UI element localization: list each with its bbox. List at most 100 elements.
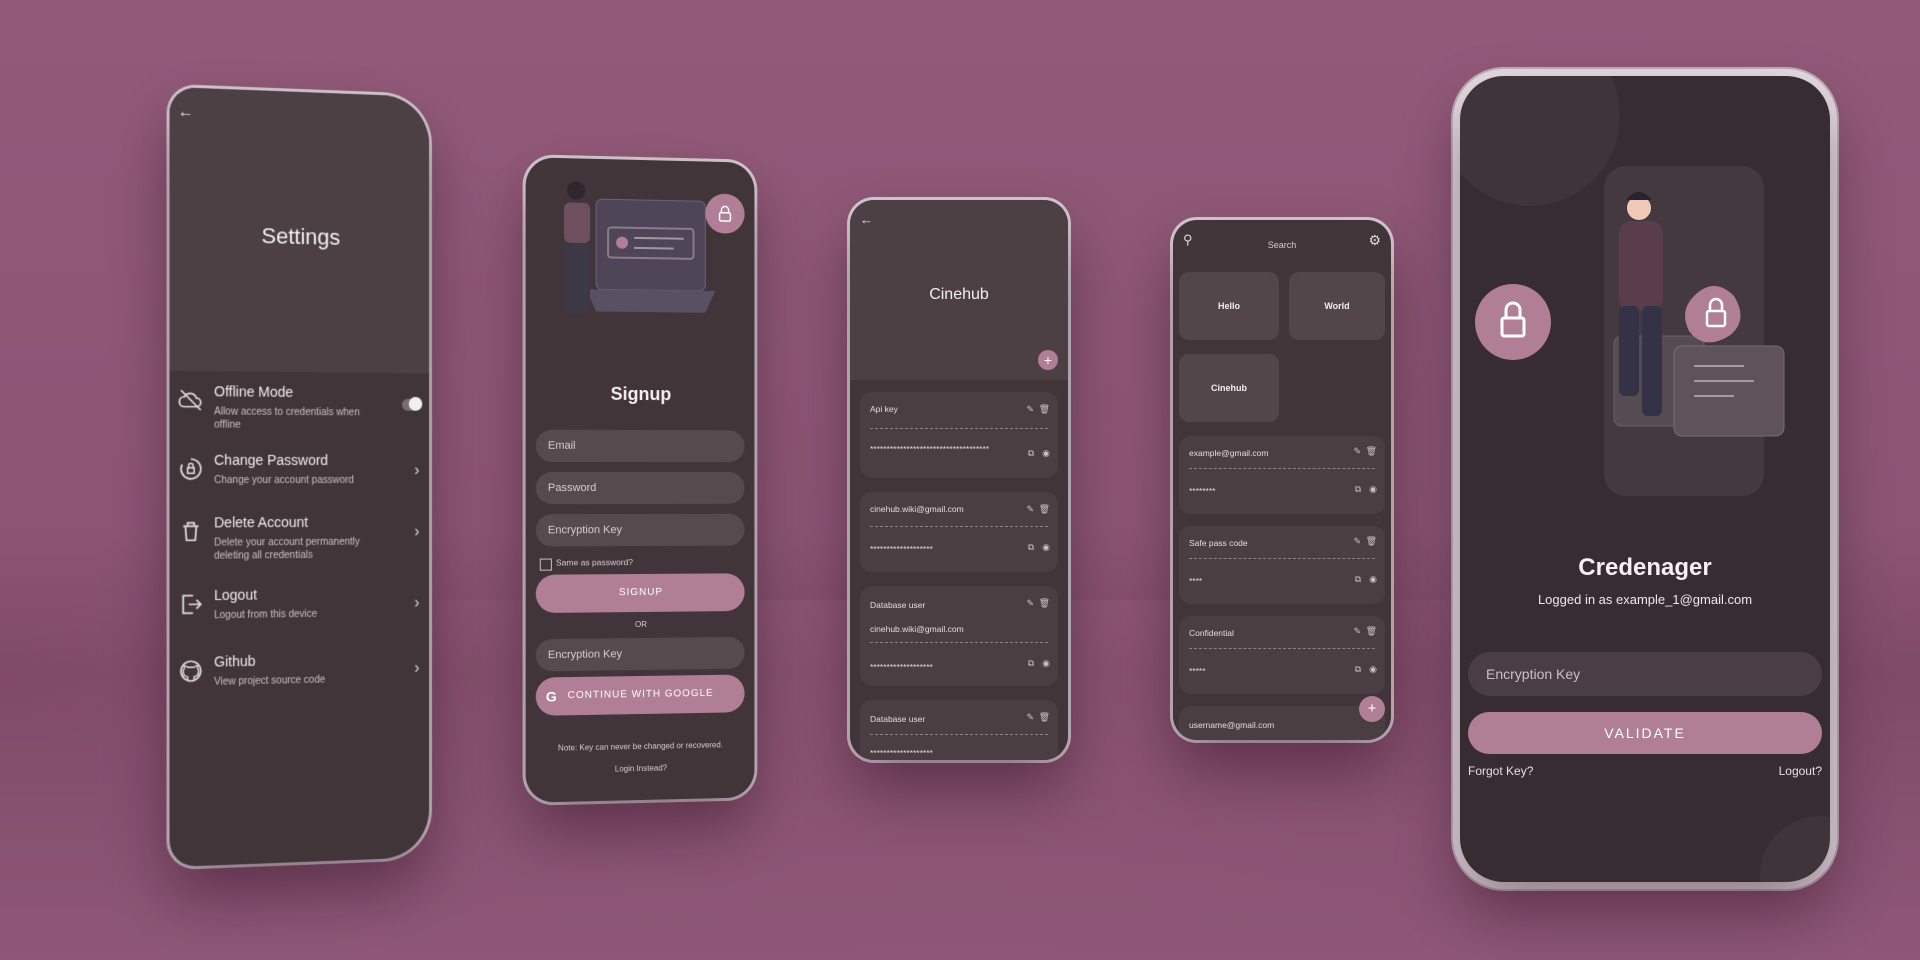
edit-icon[interactable]: ✎ <box>1026 404 1034 415</box>
cloud-off-icon <box>178 387 204 413</box>
settings-item-subtitle: Logout from this device <box>214 608 318 622</box>
copy-icon[interactable]: ⧉ <box>1355 664 1361 675</box>
google-icon: G <box>545 688 558 705</box>
email-field[interactable]: Email <box>535 429 745 463</box>
or-divider: OR <box>635 619 647 630</box>
add-button[interactable]: + <box>1359 696 1385 722</box>
edit-icon[interactable]: ✎ <box>1026 504 1034 515</box>
card-value: ***** <box>1189 666 1206 676</box>
note-text: Note: Key can never be changed or recove… <box>557 740 723 753</box>
eye-icon[interactable]: ◉ <box>1042 658 1050 669</box>
eye-icon[interactable]: ◉ <box>1369 574 1377 585</box>
eye-icon[interactable]: ◉ <box>1042 542 1050 553</box>
credential-card[interactable]: Database user ✎ 🗑 ******************* <box>860 700 1058 760</box>
card-value: ******** <box>1189 486 1216 496</box>
password-field[interactable]: Password <box>535 471 745 505</box>
credential-card[interactable]: Api key ✎ 🗑 ****************************… <box>860 392 1058 478</box>
delete-icon[interactable]: 🗑 <box>1039 404 1050 415</box>
login-link[interactable]: Login Instead? <box>526 762 755 776</box>
card-label: Database user <box>870 714 926 724</box>
settings-item-offline-mode[interactable]: Offline Mode Allow access to credentials… <box>178 383 422 441</box>
gear-icon[interactable]: ⚙ <box>1368 232 1381 249</box>
settings-item-title: Delete Account <box>214 513 309 531</box>
forgot-key-link[interactable]: Forgot Key? <box>1468 764 1533 778</box>
card-label: Safe pass code <box>1189 538 1248 548</box>
divider <box>870 642 1048 643</box>
credential-card[interactable]: username@gmail.com <box>1179 706 1385 740</box>
logout-link[interactable]: Logout? <box>1779 764 1822 778</box>
delete-icon[interactable]: 🗑 <box>1366 626 1377 637</box>
page-title: Signup <box>610 383 672 405</box>
settings-item-title: Logout <box>214 586 258 604</box>
folder-tile[interactable]: Hello <box>1179 272 1279 340</box>
credential-card[interactable]: Database user cinehub.wiki@gmail.com ✎ 🗑… <box>860 586 1058 686</box>
delete-icon[interactable]: 🗑 <box>1039 712 1050 723</box>
delete-icon[interactable]: 🗑 <box>1366 536 1377 547</box>
settings-item-logout[interactable]: Logout Logout from this device › <box>178 585 422 644</box>
chevron-right-icon: › <box>414 462 420 479</box>
delete-icon[interactable]: 🗑 <box>1039 598 1050 609</box>
google-button[interactable]: G CONTINUE WITH GOOGLE <box>535 674 745 716</box>
copy-icon[interactable]: ⧉ <box>1355 574 1361 585</box>
card-label-secondary: cinehub.wiki@gmail.com <box>870 624 964 634</box>
edit-icon[interactable]: ✎ <box>1026 712 1034 723</box>
encryption-key-field[interactable]: Encryption Key <box>1468 652 1822 696</box>
vault-screen: ⚲ Search ⚙ Hello World Cinehub example@g… <box>1173 220 1391 740</box>
settings-item-github[interactable]: Github View project source code › <box>178 650 422 711</box>
divider <box>1189 648 1375 649</box>
cinehub-screen: ← Cinehub + Api key ✎ 🗑 ****************… <box>850 200 1068 760</box>
edit-icon[interactable]: ✎ <box>1353 446 1361 457</box>
add-button[interactable]: + <box>1038 350 1058 370</box>
copy-icon[interactable]: ⧉ <box>1028 448 1034 459</box>
card-value: **** <box>1189 576 1203 586</box>
chevron-right-icon: › <box>414 523 420 541</box>
settings-item-change-password[interactable]: Change Password Change your account pass… <box>178 452 422 509</box>
copy-icon[interactable]: ⧉ <box>1355 484 1361 495</box>
settings-item-subtitle: View project source code <box>214 674 326 688</box>
encryption-key-field[interactable]: Encryption Key <box>535 513 745 547</box>
delete-icon[interactable]: 🗑 <box>1039 504 1050 515</box>
credential-card[interactable]: example@gmail.com ✎ 🗑 ******** ⧉ ◉ <box>1179 436 1385 514</box>
credential-card[interactable]: Confidential ✎ 🗑 ***** ⧉ ◉ <box>1179 616 1385 694</box>
security-illustration <box>1475 166 1785 496</box>
settings-item-title: Github <box>214 652 256 670</box>
eye-icon[interactable]: ◉ <box>1369 664 1377 675</box>
card-label: Api key <box>870 404 898 414</box>
search-input[interactable]: Search <box>1173 240 1391 250</box>
divider <box>870 428 1048 429</box>
card-label: Confidential <box>1189 628 1234 638</box>
chevron-right-icon: › <box>414 594 420 612</box>
folder-tile[interactable]: Cinehub <box>1179 354 1279 422</box>
copy-icon[interactable]: ⧉ <box>1028 542 1034 553</box>
same-as-password-checkbox[interactable] <box>539 558 552 571</box>
logout-icon <box>178 591 204 618</box>
edit-icon[interactable]: ✎ <box>1026 598 1034 609</box>
delete-icon[interactable]: 🗑 <box>1366 446 1377 457</box>
chevron-right-icon: › <box>414 659 420 677</box>
folder-tile[interactable]: World <box>1289 272 1385 340</box>
settings-screen: ← Settings Offline Mode Allow access to … <box>169 86 430 868</box>
edit-icon[interactable]: ✎ <box>1353 626 1361 637</box>
page-title: Cinehub <box>929 286 989 303</box>
encryption-key-field-2[interactable]: Encryption Key <box>535 636 745 672</box>
login-screen: Credenager Logged in as example_1@gmail.… <box>1460 76 1830 882</box>
card-value: ******************* <box>870 544 933 554</box>
same-as-password-label: Same as password? <box>555 557 634 568</box>
edit-icon[interactable]: ✎ <box>1353 536 1361 547</box>
signup-button[interactable]: SIGNUP <box>535 573 745 614</box>
credential-card[interactable]: cinehub.wiki@gmail.com ✎ 🗑 *************… <box>860 492 1058 572</box>
lock-reset-icon <box>178 456 204 482</box>
copy-icon[interactable]: ⧉ <box>1028 658 1034 669</box>
card-label: Database user <box>870 600 926 610</box>
credential-card[interactable]: Safe pass code ✎ 🗑 **** ⧉ ◉ <box>1179 526 1385 604</box>
divider <box>870 526 1048 527</box>
settings-item-title: Offline Mode <box>214 383 294 400</box>
settings-item-delete-account[interactable]: Delete Account Delete your account perma… <box>178 514 422 572</box>
arrow-left-icon[interactable]: ← <box>178 103 194 122</box>
validate-button[interactable]: VALIDATE <box>1468 712 1822 754</box>
arrow-left-icon[interactable]: ← <box>860 212 873 227</box>
eye-icon[interactable]: ◉ <box>1369 484 1377 495</box>
offline-mode-toggle[interactable] <box>401 398 422 411</box>
eye-icon[interactable]: ◉ <box>1042 448 1050 459</box>
card-value: ******************* <box>870 748 933 758</box>
